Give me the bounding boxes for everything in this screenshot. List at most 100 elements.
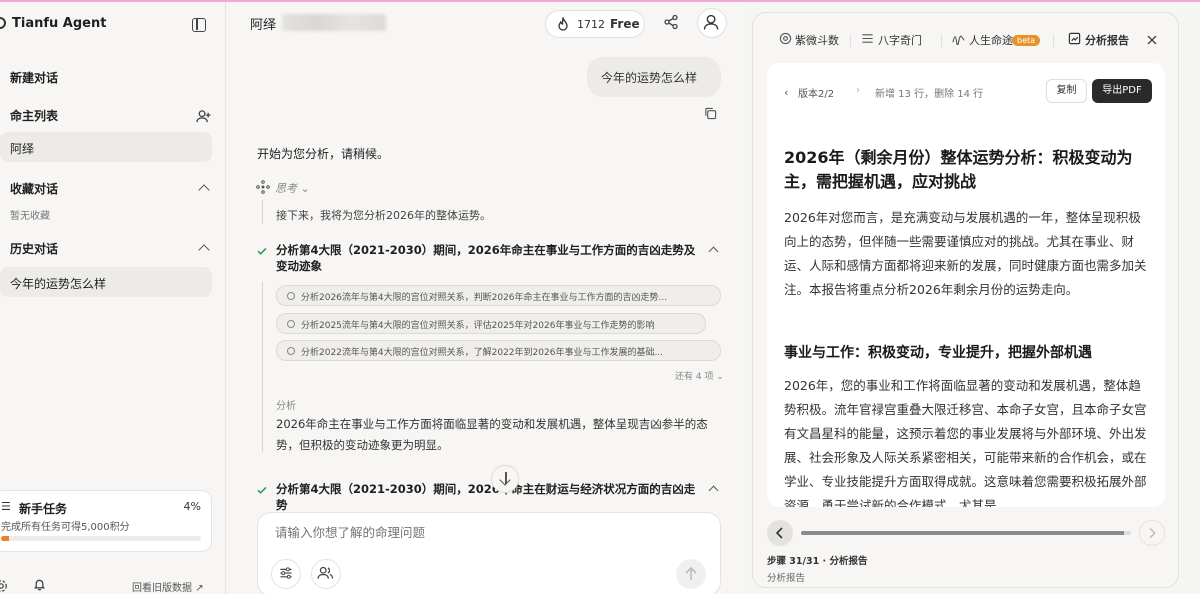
sliders-icon (280, 567, 292, 579)
copy-report-button[interactable]: 复制 (1046, 79, 1087, 103)
step-progress-track[interactable] (801, 531, 1131, 535)
favorites-heading[interactable]: 收藏对话 (10, 180, 58, 197)
new-chat-button[interactable]: 新建对话 (10, 69, 58, 86)
external-link-icon: ↗ (195, 583, 204, 594)
settings-sliders-button[interactable] (271, 559, 301, 589)
client-item[interactable]: 阿绎 (0, 132, 212, 162)
thinking-guide-line (262, 200, 263, 224)
version-label: 版本2/2 (798, 89, 835, 100)
more-items-label: 还有 4 项 (675, 372, 714, 382)
message-composer (257, 512, 721, 594)
tab-divider (850, 35, 851, 47)
report-section-heading: 事业与工作：积极变动，专业提升，把握外部机遇 (784, 345, 1092, 361)
chevron-down-icon: ⌄ (716, 372, 724, 382)
tool-status-icon (287, 347, 295, 355)
step-1-collapse-chevron-icon[interactable] (708, 246, 719, 257)
add-client-icon[interactable] (196, 109, 211, 124)
chevron-down-icon: ⌄ (300, 182, 310, 195)
share-icon[interactable] (663, 14, 679, 30)
sidebar-header: Tianfu Agent (0, 2, 226, 46)
settings-gear-icon[interactable] (0, 579, 8, 593)
analysis-label: 分析 (276, 401, 296, 412)
task-progress-bar (1, 536, 201, 541)
message-input[interactable] (275, 525, 695, 540)
client-name: 阿绎 (250, 18, 277, 33)
favorites-empty-text: 暂无收藏 (10, 211, 50, 222)
tool-call-chip[interactable]: 分析2022流年与第4大限的宫位对照关系，了解2022年到2026年事业与工作发… (276, 340, 721, 361)
close-icon[interactable] (1145, 33, 1159, 47)
step-2-title: 分析第4大限（2021-2030）期间，2026年命主在财运与经济状况方面的吉凶… (276, 482, 696, 512)
credits-pill[interactable]: 1712 Free (545, 10, 645, 38)
scroll-to-bottom-button[interactable] (491, 465, 519, 493)
more-tool-calls-toggle[interactable]: 还有 4 项 ⌄ (675, 369, 724, 382)
tool-call-text: 分析2022流年与第4大限的宫位对照关系，了解2022年到2026年事业与工作发… (301, 348, 664, 358)
history-heading[interactable]: 历史对话 (10, 240, 58, 257)
favorites-collapse-chevron-icon[interactable] (198, 184, 210, 196)
report-title: 2026年（剩余月份）整体运势分析：积极变动为主，需把握机遇，应对挑战 (784, 148, 1133, 191)
step-1-title: 分析第4大限（2021-2030）期间，2026年命主在事业与工作方面的吉凶走势… (276, 243, 696, 273)
chevron-left-icon (775, 527, 783, 539)
tab-bazi[interactable]: 八字奇门 (878, 32, 922, 48)
legacy-data-link-label: 回看旧版数据 (132, 583, 192, 594)
credits-count: 1712 (577, 18, 605, 31)
task-percent: 4% (183, 500, 201, 513)
task-list-icon: ☰ (1, 500, 11, 513)
check-icon (257, 247, 267, 255)
report-panel: 紫微斗数 八字奇门 人生命途 beta 分析报告 ‹ 版本2/2 › 新增 13… (752, 12, 1179, 588)
user-icon (703, 14, 719, 30)
tab-ziwei[interactable]: 紫微斗数 (795, 32, 839, 48)
history-collapse-chevron-icon[interactable] (198, 244, 210, 256)
chevron-right-icon (1149, 527, 1156, 539)
tool-call-text: 分析2026流年与第4大限的宫位对照关系，判断2026年命主在事业与工作方面的吉… (301, 293, 668, 303)
thinking-network-icon (256, 180, 270, 194)
assistant-intro-text: 开始为您分析，请稍候。 (257, 147, 390, 161)
previous-step-button[interactable] (767, 520, 793, 546)
step-subtitle: 分析报告 (767, 573, 806, 584)
history-item[interactable]: 今年的运势怎么样 (0, 267, 212, 297)
blurred-client-info (282, 14, 386, 31)
thinking-toggle[interactable]: 思考 ⌄ (275, 180, 310, 196)
task-subtitle: 完成所有任务可得5,000积分 (1, 522, 130, 533)
select-client-button[interactable] (311, 559, 341, 589)
tool-call-text: 分析2025流年与第4大限的宫位对照关系，评估2025年对2026年事业与工作走… (301, 321, 655, 331)
tool-call-chip[interactable]: 分析2025流年与第4大限的宫位对照关系，评估2025年对2026年事业与工作走… (276, 313, 706, 334)
step-counter-label: 步骤 31/31 · 分析报告 (767, 556, 868, 567)
next-step-button[interactable] (1139, 520, 1165, 546)
tab-divider (1053, 35, 1054, 47)
task-progress-fill (1, 536, 9, 541)
report-tab-icon (1068, 32, 1081, 45)
step-scrubber (767, 520, 1165, 548)
copy-message-icon[interactable] (704, 107, 717, 120)
check-icon (257, 486, 267, 494)
next-version-icon[interactable]: › (856, 85, 860, 96)
tab-life-path[interactable]: 人生命途 (969, 32, 1013, 48)
bazi-tab-icon (862, 34, 873, 43)
life-path-tab-icon (952, 35, 965, 45)
sidebar-collapse-icon[interactable] (192, 18, 206, 32)
ziwei-tab-icon (779, 32, 792, 45)
notification-bell-icon[interactable] (32, 577, 47, 592)
chat-main: 阿绎 1712 Free 今年的运势怎么样 开始为您分析，请稍候。 思考 ⌄ 接… (227, 2, 745, 594)
sidebar: Tianfu Agent 新建对话 命主列表 阿绎 收藏对话 暂无收藏 历史对话… (0, 2, 226, 594)
plan-label: Free (610, 17, 640, 31)
export-pdf-button[interactable]: 导出PDF (1092, 79, 1152, 103)
legacy-data-link[interactable]: 回看旧版数据 ↗ (132, 579, 204, 594)
onboarding-task-card[interactable]: ☰ 新手任务 4% 完成所有任务可得5,000积分 (0, 490, 212, 552)
flame-icon (558, 17, 568, 31)
tab-divider (941, 35, 942, 47)
report-content-card: ‹ 版本2/2 › 新增 13 行，删除 14 行 复制 导出PDF 2026年… (767, 63, 1165, 507)
analysis-text: 2026年命主在事业与工作方面将面临显著的变动和发展机遇，整体呈现吉凶参半的态势… (276, 417, 708, 452)
send-button[interactable] (676, 559, 706, 589)
user-message-bubble: 今年的运势怎么样 (587, 57, 721, 97)
tab-analysis-report[interactable]: 分析报告 (1085, 32, 1129, 48)
app-logo (0, 17, 6, 29)
tool-status-icon (287, 320, 295, 328)
task-title: 新手任务 (19, 502, 68, 516)
users-icon (317, 566, 334, 579)
previous-version-icon[interactable]: ‹ (784, 86, 788, 99)
step-2-collapse-chevron-icon[interactable] (708, 485, 719, 496)
step-guide-line (262, 282, 263, 452)
arrow-up-icon (685, 566, 697, 580)
tool-call-chip[interactable]: 分析2026流年与第4大限的宫位对照关系，判断2026年命主在事业与工作方面的吉… (276, 285, 721, 306)
user-account-button[interactable] (697, 8, 727, 38)
